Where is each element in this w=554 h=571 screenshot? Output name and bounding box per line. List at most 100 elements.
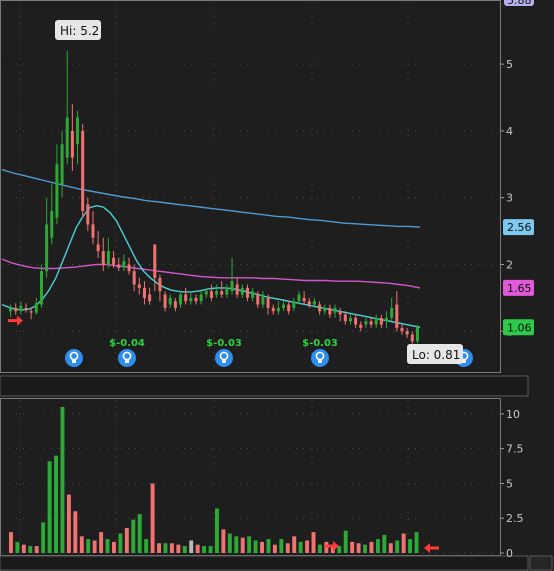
volume-tick-label: 0 — [506, 547, 513, 560]
candle-body — [225, 287, 229, 295]
volume-bar — [163, 543, 168, 553]
candle-body — [65, 117, 69, 158]
candle-body — [379, 317, 383, 325]
volume-bar — [363, 544, 367, 553]
candle-body — [271, 307, 275, 312]
volume-bar — [279, 539, 284, 553]
candle-body — [148, 294, 152, 302]
volume-bar — [343, 530, 348, 553]
volume-bar — [9, 532, 13, 553]
volume-bar — [215, 508, 219, 553]
volume-bar — [182, 546, 187, 553]
candle-body — [369, 321, 373, 325]
volume-bar — [369, 541, 374, 553]
volume-bar — [150, 483, 155, 553]
lightbulb-icon[interactable] — [118, 349, 136, 367]
candle-body — [142, 287, 146, 298]
candle-body — [45, 224, 49, 272]
candle-body — [220, 291, 224, 295]
volume-bar — [21, 544, 26, 553]
lightbulb-icon[interactable] — [215, 349, 233, 367]
bulb-base — [318, 360, 322, 363]
candle-body — [348, 317, 352, 322]
candle-body — [189, 297, 193, 302]
candle-body — [266, 297, 270, 308]
volume-bar — [195, 544, 200, 553]
candle-body — [132, 271, 136, 285]
volume-bar — [118, 533, 123, 553]
candle-body — [24, 307, 28, 310]
candle-body — [19, 305, 23, 312]
candle-body — [137, 284, 141, 288]
volume-bar — [112, 541, 116, 553]
candle-body — [81, 130, 85, 212]
lightbulb-icon[interactable] — [65, 349, 83, 367]
candle-body — [297, 294, 301, 302]
chart-window: 123455.88 02.557.510 $-0.04$-0.03$-0.03 … — [0, 0, 554, 571]
candle-body — [235, 284, 239, 295]
candle-body — [55, 164, 59, 218]
candle-body — [405, 331, 409, 335]
candle-body — [251, 291, 255, 298]
candle-body — [364, 321, 368, 325]
volume-tick-label: 10 — [506, 408, 520, 421]
candle-body — [122, 261, 126, 268]
axis-scroll-handle[interactable] — [529, 555, 553, 571]
volume-tick-label: 7.5 — [506, 443, 524, 456]
candle-body — [209, 291, 213, 298]
candle-body — [76, 117, 80, 145]
volume-bar — [105, 539, 110, 553]
volume-bar — [266, 539, 271, 553]
bulb-base — [72, 360, 76, 363]
candle-body — [112, 257, 116, 265]
price-panel[interactable] — [0, 0, 501, 373]
ma-price-label: 1.06 — [507, 321, 532, 334]
volume-bar — [15, 541, 20, 553]
candle-body — [256, 294, 260, 305]
candle-body — [9, 307, 13, 312]
volume-bar — [408, 539, 413, 553]
candle-body — [96, 244, 100, 252]
candle-body — [302, 297, 306, 302]
candle-body — [34, 303, 38, 313]
candle-body — [400, 327, 404, 332]
candle-body — [184, 294, 188, 302]
candle-body — [354, 317, 358, 325]
candle-body — [117, 264, 121, 268]
volume-bar — [73, 511, 78, 553]
volume-bar — [131, 519, 136, 553]
price-axis-area[interactable] — [501, 0, 554, 373]
volume-bar — [157, 543, 161, 553]
candle-body — [282, 304, 286, 308]
candle-body — [29, 311, 33, 313]
ma-price-label: 1.65 — [507, 282, 532, 295]
candle-body — [153, 244, 157, 278]
volume-bar — [28, 546, 33, 553]
volume-bar — [318, 544, 322, 553]
volume-tick-label: 5 — [506, 477, 513, 490]
volume-bar — [350, 541, 355, 553]
candle-body — [323, 307, 327, 312]
panel-separator[interactable] — [0, 375, 529, 397]
volume-bar — [260, 541, 264, 553]
volume-bar — [240, 537, 245, 553]
candle-body — [163, 294, 167, 308]
candle-body — [415, 327, 419, 342]
volume-bar — [176, 544, 181, 553]
volume-bar — [227, 533, 232, 553]
candle-body — [338, 311, 342, 315]
candle-body — [261, 294, 265, 305]
bottom-scroll-bar[interactable] — [0, 555, 529, 571]
lo-label: Lo: 0.81 — [412, 348, 460, 362]
earnings-eps-label: $-0.03 — [206, 338, 242, 349]
lightbulb-icon[interactable] — [311, 349, 329, 367]
volume-bar — [86, 539, 91, 553]
volume-bar — [285, 543, 290, 553]
ma-price-label: 2.56 — [507, 221, 532, 234]
candle-body — [168, 297, 172, 305]
volume-bar — [208, 546, 213, 553]
candle-body — [86, 204, 90, 225]
candle-body — [287, 304, 291, 312]
candle-body — [318, 304, 322, 312]
volume-bar — [388, 543, 393, 553]
